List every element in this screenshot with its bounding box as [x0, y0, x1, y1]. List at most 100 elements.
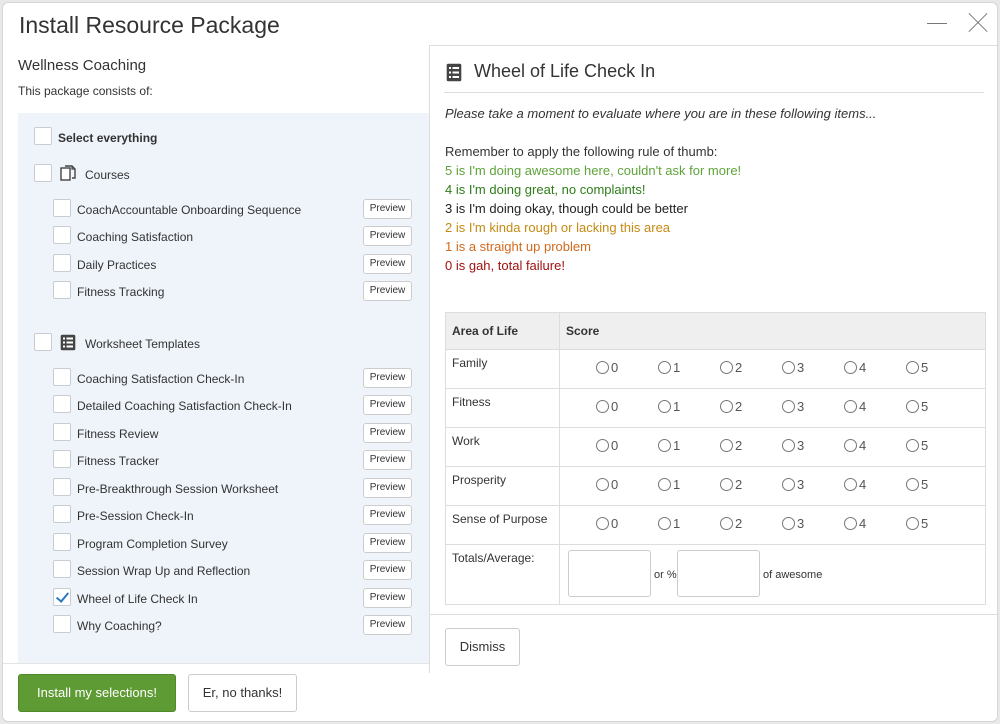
- group-worksheets-row[interactable]: Worksheet Templates: [18, 333, 429, 355]
- item-checkbox[interactable]: [53, 368, 71, 386]
- preview-button[interactable]: Preview: [363, 199, 412, 219]
- score-radio[interactable]: 1: [658, 516, 680, 531]
- item-checkbox[interactable]: [53, 478, 71, 496]
- list-item[interactable]: Coaching Satisfaction Check-In Preview: [18, 368, 429, 390]
- score-radio[interactable]: 0: [596, 438, 618, 453]
- select-all-checkbox[interactable]: [34, 127, 52, 145]
- score-radio[interactable]: 3: [782, 360, 804, 375]
- col-area-header: Area of Life: [445, 312, 560, 350]
- preview-button[interactable]: Preview: [363, 395, 412, 415]
- list-item[interactable]: Wheel of Life Check In Preview: [18, 588, 429, 610]
- group-courses-label: Courses: [85, 168, 130, 182]
- score-radio[interactable]: 3: [782, 477, 804, 492]
- item-checkbox[interactable]: [53, 505, 71, 523]
- score-radio[interactable]: 3: [782, 516, 804, 531]
- score-radio[interactable]: 4: [844, 516, 866, 531]
- score-radio[interactable]: 4: [844, 438, 866, 453]
- area-label: Work: [445, 427, 560, 467]
- list-item[interactable]: Daily Practices Preview: [18, 254, 429, 276]
- total-field[interactable]: [568, 550, 651, 597]
- score-radio[interactable]: 1: [658, 438, 680, 453]
- list-item[interactable]: Fitness Tracker Preview: [18, 450, 429, 472]
- score-radio[interactable]: 5: [906, 477, 928, 492]
- score-radio[interactable]: 5: [906, 438, 928, 453]
- item-label: Coaching Satisfaction: [77, 230, 194, 244]
- score-radio[interactable]: 3: [782, 438, 804, 453]
- preview-button[interactable]: Preview: [363, 533, 412, 553]
- item-label: Coaching Satisfaction Check-In: [77, 372, 245, 386]
- list-item[interactable]: Program Completion Survey Preview: [18, 533, 429, 555]
- item-checkbox[interactable]: [53, 281, 71, 299]
- score-radio[interactable]: 1: [658, 477, 680, 492]
- group-courses-row[interactable]: Courses: [18, 164, 429, 186]
- list-item[interactable]: Pre-Session Check-In Preview: [18, 505, 429, 527]
- item-checkbox-checked[interactable]: [53, 588, 71, 606]
- preview-button[interactable]: Preview: [363, 588, 412, 608]
- list-item[interactable]: CoachAccountable Onboarding Sequence Pre…: [18, 199, 429, 221]
- preview-button[interactable]: Preview: [363, 478, 412, 498]
- score-radio[interactable]: 2: [720, 399, 742, 414]
- list-item[interactable]: Fitness Review Preview: [18, 423, 429, 445]
- group-courses-checkbox[interactable]: [34, 164, 52, 182]
- preview-button[interactable]: Preview: [363, 423, 412, 443]
- score-radio[interactable]: 2: [720, 360, 742, 375]
- item-checkbox[interactable]: [53, 226, 71, 244]
- score-radio[interactable]: 2: [720, 477, 742, 492]
- list-item[interactable]: Why Coaching? Preview: [18, 615, 429, 637]
- item-checkbox[interactable]: [53, 615, 71, 633]
- score-radio[interactable]: 2: [720, 516, 742, 531]
- preview-button[interactable]: Preview: [363, 226, 412, 246]
- score-radio[interactable]: 5: [906, 399, 928, 414]
- list-item[interactable]: Fitness Tracking Preview: [18, 281, 429, 303]
- score-radio[interactable]: 5: [906, 360, 928, 375]
- install-selections-button[interactable]: Install my selections!: [18, 674, 176, 712]
- score-radio[interactable]: 2: [720, 438, 742, 453]
- list-item[interactable]: Session Wrap Up and Reflection Preview: [18, 560, 429, 582]
- score-radio[interactable]: 0: [596, 477, 618, 492]
- score-radio[interactable]: 0: [596, 399, 618, 414]
- score-radio[interactable]: 4: [844, 399, 866, 414]
- score-radio[interactable]: 1: [658, 360, 680, 375]
- score-radio[interactable]: 4: [844, 477, 866, 492]
- preview-button[interactable]: Preview: [363, 368, 412, 388]
- preview-button[interactable]: Preview: [363, 450, 412, 470]
- close-icon[interactable]: [965, 9, 993, 37]
- minimize-icon[interactable]: [923, 9, 951, 37]
- decline-button[interactable]: Er, no thanks!: [188, 674, 297, 712]
- score-radio[interactable]: 5: [906, 516, 928, 531]
- score-radio[interactable]: 4: [844, 360, 866, 375]
- of-awesome-label: of awesome: [763, 569, 823, 581]
- score-radio-group: 0 1 2 3 4 5: [560, 467, 985, 505]
- item-checkbox[interactable]: [53, 199, 71, 217]
- preview-button[interactable]: Preview: [363, 281, 412, 301]
- select-all-row[interactable]: Select everything: [18, 127, 429, 149]
- item-checkbox[interactable]: [53, 533, 71, 551]
- group-worksheets-checkbox[interactable]: [34, 333, 52, 351]
- preview-button[interactable]: Preview: [363, 615, 412, 635]
- rule-2: 2 is I'm kinda rough or lacking this are…: [445, 220, 671, 235]
- preview-button[interactable]: Preview: [363, 505, 412, 525]
- score-radio[interactable]: 1: [658, 399, 680, 414]
- list-item[interactable]: Pre-Breakthrough Session Worksheet Previ…: [18, 478, 429, 500]
- list-item[interactable]: Detailed Coaching Satisfaction Check-In …: [18, 395, 429, 417]
- item-label: Daily Practices: [77, 258, 157, 272]
- preview-intro: Please take a moment to evaluate where y…: [445, 106, 877, 121]
- preview-button[interactable]: Preview: [363, 560, 412, 580]
- item-checkbox[interactable]: [53, 254, 71, 272]
- worksheet-list-icon: [446, 63, 462, 82]
- item-label: Program Completion Survey: [77, 537, 228, 551]
- score-radio[interactable]: 0: [596, 360, 618, 375]
- preview-title-divider: [444, 92, 984, 93]
- score-radio[interactable]: 0: [596, 516, 618, 531]
- item-checkbox[interactable]: [53, 423, 71, 441]
- item-checkbox[interactable]: [53, 450, 71, 468]
- item-checkbox[interactable]: [53, 560, 71, 578]
- or-percent-label: or %: [654, 569, 677, 581]
- percent-field[interactable]: [677, 550, 760, 597]
- list-item[interactable]: Coaching Satisfaction Preview: [18, 226, 429, 248]
- table-row: Prosperity 0 1 2 3 4 5: [445, 466, 986, 506]
- item-checkbox[interactable]: [53, 395, 71, 413]
- dismiss-button[interactable]: Dismiss: [445, 628, 520, 666]
- score-radio[interactable]: 3: [782, 399, 804, 414]
- preview-button[interactable]: Preview: [363, 254, 412, 274]
